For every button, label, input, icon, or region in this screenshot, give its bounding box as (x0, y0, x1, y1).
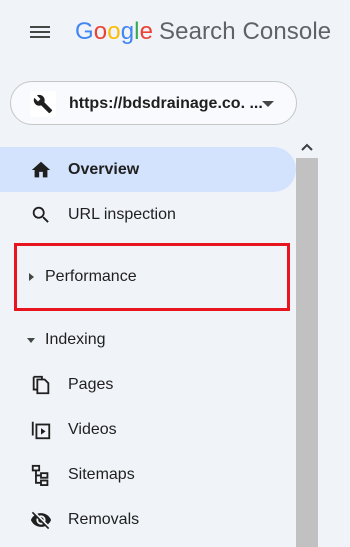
property-selector[interactable]: https://bdsdrainage.co. ... (10, 81, 297, 125)
chevron-up-icon (301, 143, 313, 151)
nav-item-label: Removals (68, 511, 140, 528)
google-logo: Google (75, 18, 154, 45)
caret-down-icon (27, 338, 35, 343)
product-name: Search Console (159, 18, 332, 45)
pages-icon (32, 375, 50, 395)
wrench-icon (30, 91, 56, 117)
sidebar-nav: Overview URL inspection Performance Inde… (0, 147, 296, 547)
nav-section-indexing[interactable]: Indexing (0, 317, 296, 362)
nav-section-performance[interactable]: Performance (0, 254, 296, 299)
nav-item-sitemaps[interactable]: Sitemaps (0, 452, 296, 497)
video-icon (31, 421, 51, 440)
app-header: Google Search Console (0, 0, 350, 64)
caret-down-icon (262, 101, 274, 107)
nav-item-label: Sitemaps (68, 466, 135, 483)
property-url: https://bdsdrainage.co. ... (69, 95, 263, 112)
home-icon (31, 161, 51, 178)
nav-section-label: Indexing (45, 331, 106, 348)
app-brand[interactable]: Google Search Console (75, 15, 331, 49)
nav-item-label: Pages (68, 376, 114, 393)
nav-item-removals[interactable]: Removals (0, 497, 296, 542)
nav-section-label: Performance (45, 268, 137, 285)
hamburger-menu-icon (30, 26, 50, 28)
nav-item-videos[interactable]: Videos (0, 407, 296, 452)
scroll-thumb[interactable] (296, 158, 318, 547)
search-icon (32, 206, 49, 223)
visibility-off-icon (30, 511, 52, 530)
nav-item-pages[interactable]: Pages (0, 362, 296, 407)
nav-item-label: Overview (68, 161, 140, 178)
nav-item-label: Videos (68, 421, 117, 438)
scroll-up-button[interactable] (296, 137, 318, 157)
sitemap-icon (31, 464, 49, 486)
main-menu-button[interactable] (26, 18, 54, 46)
sidebar-scrollbar[interactable] (296, 137, 318, 547)
caret-right-icon (29, 273, 34, 281)
nav-item-overview[interactable]: Overview (0, 147, 296, 192)
nav-item-url-inspection[interactable]: URL inspection (0, 192, 296, 237)
nav-item-label: URL inspection (68, 206, 176, 223)
